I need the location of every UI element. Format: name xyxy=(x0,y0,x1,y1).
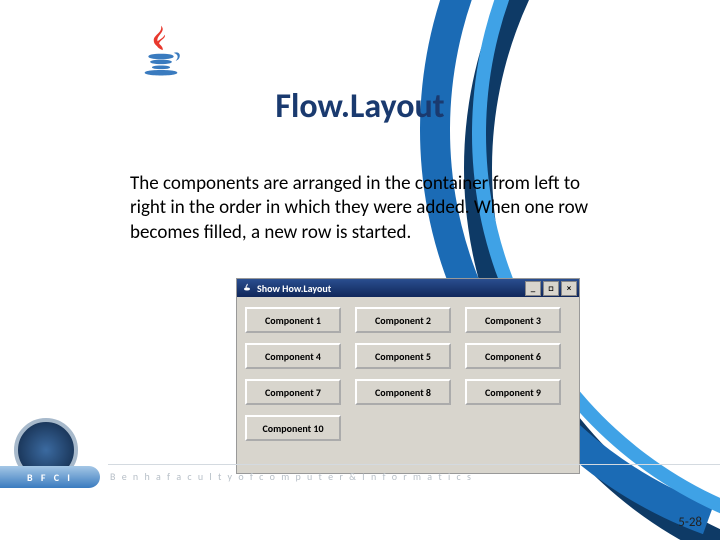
window-client-area: Component 1 Component 2 Component 3 Compone… xyxy=(237,297,579,449)
maximize-button[interactable]: □ xyxy=(543,281,559,296)
component-button-10[interactable]: Component 10 xyxy=(245,415,341,441)
close-button[interactable]: × xyxy=(561,281,577,296)
component-button-7[interactable]: Component 7 xyxy=(245,379,341,405)
component-button-5[interactable]: Component 5 xyxy=(355,343,451,369)
slide-title: Flow.Layout xyxy=(0,86,720,127)
component-button-6[interactable]: Component 6 xyxy=(465,343,561,369)
page-number: 5-28 xyxy=(678,515,702,530)
window-titlebar: Show How.Layout _ □ × xyxy=(237,279,579,297)
minimize-button[interactable]: _ xyxy=(525,281,541,296)
component-button-1[interactable]: Component 1 xyxy=(245,307,341,333)
window-title: Show How.Layout xyxy=(257,282,331,295)
component-button-2[interactable]: Component 2 xyxy=(355,307,451,333)
footer-left-label: B F C I xyxy=(0,466,100,488)
slide-body-text: The components are arranged in the conta… xyxy=(130,172,605,245)
footer-right-label: B e n h a f a c u l t y o f c o m p u t … xyxy=(110,468,700,484)
example-window: Show How.Layout _ □ × Component 1Compone… xyxy=(236,278,580,474)
component-button-8[interactable]: Component 8 xyxy=(355,379,451,405)
component-button-9[interactable]: Component 9 xyxy=(465,379,561,405)
footer-bar: B F C I B e n h a f a c u l t y o f c o … xyxy=(0,460,720,498)
java-logo-icon xyxy=(132,22,190,80)
component-button-3[interactable]: Component 3 xyxy=(465,307,561,333)
component-button-4[interactable]: Component 4 xyxy=(245,343,341,369)
java-cup-icon xyxy=(241,282,253,294)
